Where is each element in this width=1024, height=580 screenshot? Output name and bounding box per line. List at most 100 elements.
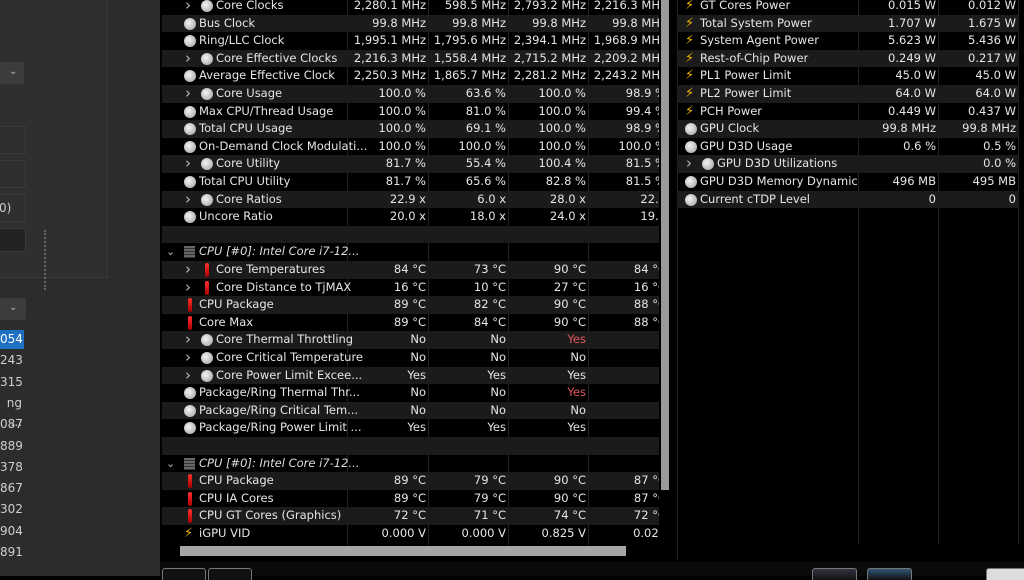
table-row[interactable]: CPU IA Cores 89 °C 79 °C 90 °C 87 °C: [162, 490, 659, 508]
table-row[interactable]: › Core Clocks 2,280.1 MHz 598.5 MHz 2,793.2 …: [162, 0, 659, 15]
table-row[interactable]: Package/Ring Thermal Thr... No No Yes: [162, 384, 659, 402]
table-row[interactable]: › Core Ratios 22.9 x 6.0 x 28.0 x 22.2: [162, 190, 659, 209]
table-row[interactable]: › Core Thermal Throttling No No Yes: [162, 331, 659, 349]
table-row[interactable]: ⚡ PCH Power 0.449 W 0.437 W: [678, 103, 1018, 121]
input-field[interactable]: [0, 160, 26, 188]
list-item[interactable]: 243: [0, 351, 24, 370]
current-value: 100.0 %: [378, 121, 426, 136]
horizontal-scrollbar[interactable]: [180, 546, 626, 556]
minimum-value: 5.436 W: [968, 33, 1016, 48]
list-item[interactable]: 315: [0, 373, 24, 392]
table-row[interactable]: Average Effective Clock 2,250.3 MHz 1,865.…: [162, 67, 659, 85]
button[interactable]: [0, 228, 26, 252]
table-row[interactable]: › Core Distance to TjMAX 16 °C 10 °C 27 °C 16…: [162, 278, 659, 297]
dropdown[interactable]: ⌄: [0, 62, 24, 84]
table-row[interactable]: Total CPU Usage 100.0 % 69.1 % 100.0 % 98.9 …: [162, 120, 659, 138]
table-row[interactable]: ⚡ PL1 Power Limit 45.0 W 45.0 W: [678, 67, 1018, 85]
table-row[interactable]: ⚡ Total System Power 1.707 W 1.675 W: [678, 14, 1018, 33]
table-row[interactable]: Ring/LLC Clock 1,995.1 MHz 1,795.6 MHz 2,39…: [162, 32, 659, 50]
collapse-chevron-icon[interactable]: ⌄: [166, 455, 175, 473]
current-value: 89 °C: [393, 297, 426, 312]
table-row[interactable]: Max CPU/Thread Usage 100.0 % 81.0 % 100.0 %…: [162, 103, 659, 121]
table-row[interactable]: Package/Ring Power Limit ... Yes Yes Yes: [162, 419, 659, 437]
minimum-value: 18.0 x: [469, 209, 506, 224]
thermometer-icon: [188, 491, 192, 506]
table-row[interactable]: CPU Package 89 °C 79 °C 90 °C 87 °C: [162, 472, 659, 490]
expand-chevron-icon[interactable]: ›: [185, 331, 191, 349]
table-row[interactable]: › Core Critical Temperature No No No: [162, 348, 659, 367]
table-row[interactable]: › Core Power Limit Excee... Yes Yes Yes: [162, 366, 659, 385]
table-row[interactable]: ⚡ System Agent Power 5.623 W 5.436 W: [678, 32, 1018, 50]
expand-chevron-icon[interactable]: ›: [185, 366, 191, 385]
list-item[interactable]: 302: [0, 500, 24, 519]
table-row[interactable]: GPU D3D Usage 0.6 % 0.5 %: [678, 138, 1018, 156]
table-row[interactable]: CPU GT Cores (Graphics) 72 °C 71 °C 74 °C 72…: [162, 507, 659, 525]
table-row[interactable]: ⚡ iGPU VID 0.000 V 0.000 V 0.825 V 0.028: [162, 525, 659, 543]
expand-chevron-icon[interactable]: ›: [185, 84, 191, 103]
table-row[interactable]: › Core Effective Clocks 2,216.3 MHz 1,558.4…: [162, 49, 659, 68]
list-item[interactable]: 867: [0, 479, 24, 498]
current-value: 1,995.1 MHz: [353, 33, 426, 48]
table-row[interactable]: Core Max 89 °C 84 °C 90 °C 88 °C: [162, 314, 659, 332]
sensor-label: iGPU VID: [199, 526, 251, 540]
table-row[interactable]: GPU Clock 99.8 MHz 99.8 MHz: [678, 120, 1018, 138]
expand-chevron-icon[interactable]: ›: [185, 49, 191, 68]
group-header[interactable]: ⌄ CPU [#0]: Intel Core i7-12...: [162, 455, 659, 473]
maximum-value: 90 °C: [553, 262, 586, 276]
table-row[interactable]: Total CPU Utility 81.7 % 65.6 % 82.8 % 81.5 …: [162, 173, 659, 191]
list-item[interactable]: 087: [0, 415, 24, 434]
table-row[interactable]: Package/Ring Critical Tem... No No No: [162, 401, 659, 420]
toolbar-button[interactable]: [812, 568, 857, 580]
splitter-handle[interactable]: [44, 230, 46, 290]
clock-icon: [201, 352, 213, 364]
table-row[interactable]: › GPU D3D Utilizations 0.0 %: [678, 155, 1018, 173]
expand-chevron-icon[interactable]: ›: [185, 0, 191, 15]
list-item[interactable]: 889: [0, 437, 24, 456]
expand-chevron-icon[interactable]: ›: [185, 190, 191, 209]
sensor-label: PCH Power: [700, 103, 763, 118]
table-row[interactable]: Current cTDP Level 0 0: [678, 190, 1018, 209]
toolbar-button[interactable]: [867, 568, 912, 580]
average-value: 81.5 %: [625, 156, 659, 171]
expand-chevron-icon[interactable]: ›: [686, 155, 692, 173]
minimum-value: 100.0 %: [458, 138, 506, 153]
current-value: 89 °C: [393, 490, 426, 505]
current-value: 100.0 %: [378, 86, 426, 100]
list-item[interactable]: ng ...: [0, 394, 24, 429]
table-row[interactable]: [162, 437, 659, 455]
table-row[interactable]: CPU Package 89 °C 82 °C 90 °C 88 °C: [162, 296, 659, 314]
toolbar-button[interactable]: [162, 568, 206, 580]
table-row[interactable]: › Core Usage 100.0 % 63.6 % 100.0 % 98.9 %: [162, 84, 659, 103]
dropdown[interactable]: ⌄: [0, 298, 26, 320]
input-field[interactable]: 0): [0, 194, 26, 222]
table-row[interactable]: › Core Utility 81.7 % 55.4 % 100.4 % 81.5 %: [162, 155, 659, 173]
table-row[interactable]: › Core Temperatures 84 °C 73 °C 90 °C 84 °C: [162, 260, 659, 279]
expand-chevron-icon[interactable]: ›: [185, 278, 191, 297]
table-row[interactable]: [162, 225, 659, 244]
expand-chevron-icon[interactable]: ›: [185, 348, 191, 367]
table-row[interactable]: Uncore Ratio 20.0 x 18.0 x 24.0 x 19.7: [162, 208, 659, 226]
table-row[interactable]: ⚡ PL2 Power Limit 64.0 W 64.0 W: [678, 85, 1018, 103]
maximum-value: 28.0 x: [549, 191, 586, 206]
table-row[interactable]: ⚡ GT Cores Power 0.015 W 0.012 W: [678, 0, 1018, 15]
sensor-label: Core Effective Clocks: [216, 50, 338, 65]
current-value: 89 °C: [393, 473, 426, 488]
list-item[interactable]: 891: [0, 543, 24, 562]
clock-button[interactable]: [986, 568, 1024, 580]
table-row[interactable]: On-Demand Clock Modulati... 100.0 % 100.0 …: [162, 138, 659, 156]
expand-chevron-icon[interactable]: ›: [185, 155, 191, 173]
vertical-scrollbar[interactable]: [661, 0, 669, 490]
maximum-value: Yes: [567, 332, 586, 347]
list-item[interactable]: 904: [0, 522, 24, 541]
list-item[interactable]: 054: [0, 330, 24, 349]
average-value: 81.5 %: [625, 174, 659, 188]
toolbar-button[interactable]: [208, 568, 252, 580]
table-row[interactable]: Bus Clock 99.8 MHz 99.8 MHz 99.8 MHz 99.8 MH…: [162, 14, 659, 33]
expand-chevron-icon[interactable]: ›: [185, 260, 191, 279]
table-row[interactable]: ⚡ Rest-of-Chip Power 0.249 W 0.217 W: [678, 49, 1018, 68]
list-item[interactable]: 378: [0, 458, 24, 477]
group-header[interactable]: ⌄ CPU [#0]: Intel Core i7-12...: [162, 243, 659, 261]
collapse-chevron-icon[interactable]: ⌄: [166, 243, 175, 261]
input-field[interactable]: [0, 126, 26, 154]
table-row[interactable]: GPU D3D Memory Dynamic 496 MB 495 MB: [678, 173, 1018, 191]
